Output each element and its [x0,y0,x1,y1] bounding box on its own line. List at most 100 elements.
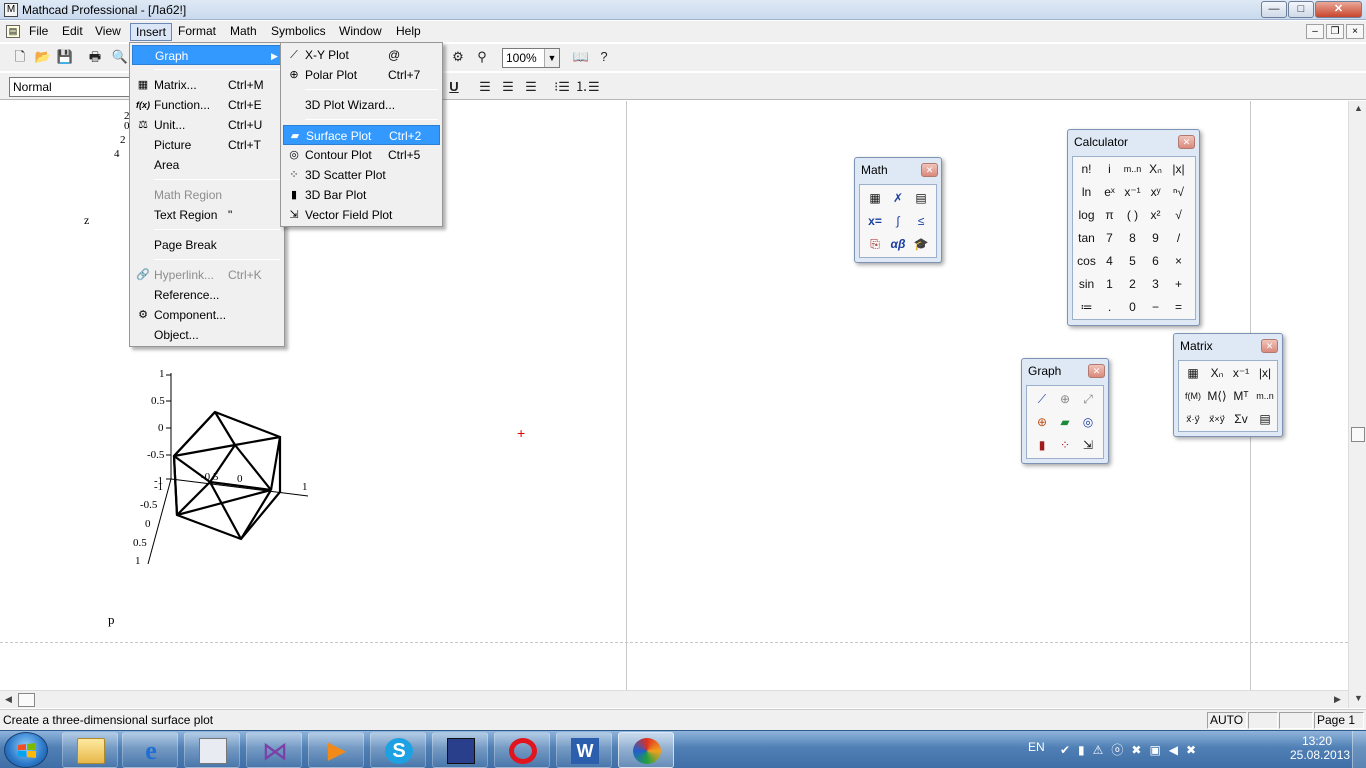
skype-taskbar-button[interactable]: S [370,732,426,768]
insert-menu-item-text-region[interactable]: Text Region " [132,205,282,225]
calculator-key[interactable]: ⁿ√ [1167,181,1190,203]
graph-menu-item-polar-plot[interactable]: ⊕ Polar Plot Ctrl+7 [283,65,440,85]
menu-file[interactable]: File [24,23,53,41]
horizontal-scroll-thumb[interactable] [18,693,35,707]
menu-window[interactable]: Window [334,23,387,41]
evaluation-toolbar-icon[interactable]: x= [864,210,886,232]
graph-menu-item-3d-plot-wizard[interactable]: 3D Plot Wizard... [283,95,440,115]
language-indicator[interactable]: EN [1028,740,1045,768]
bar-plot-icon[interactable]: ▮ [1031,434,1053,456]
calculator-key[interactable]: Xₙ [1144,158,1167,180]
calculator-key[interactable]: 0 [1121,296,1144,318]
insert-menu-item-page-break[interactable]: Page Break [132,235,282,255]
calculator-key[interactable]: m..n [1121,158,1144,180]
menu-symbolics[interactable]: Symbolics [266,23,331,41]
mdi-minimize-button[interactable]: – [1306,24,1324,39]
visual-studio-taskbar-button[interactable]: ⋈ [246,732,302,768]
calculator-key[interactable]: tan [1075,227,1098,249]
calculator-key[interactable]: cos [1075,250,1098,272]
insert-menu-item-component[interactable]: ⚙ Component... [132,305,282,325]
mdi-close-button[interactable]: × [1346,24,1364,39]
save-icon[interactable]: 💾 [55,47,75,67]
calculator-taskbar-button[interactable] [184,732,240,768]
close-icon[interactable]: ✕ [921,163,938,177]
component-tree-icon[interactable]: ⚲ [472,47,492,67]
calculator-key[interactable]: 8 [1121,227,1144,249]
calculator-key[interactable]: i [1098,158,1121,180]
mdi-restore-button[interactable]: ❐ [1326,24,1344,39]
insert-menu-item-unit[interactable]: ⚖ Unit... Ctrl+U [132,115,282,135]
align-left-icon[interactable]: ☰ [475,77,495,97]
symbolic-toolbar-icon[interactable]: 🎓 [910,233,932,255]
resource-icon[interactable]: ⚙ [448,47,468,67]
insert-menu-item-object[interactable]: Object... [132,325,282,345]
calculator-key[interactable]: √ [1167,204,1190,226]
save-app-taskbar-button[interactable] [432,732,488,768]
close-icon[interactable]: ✕ [1088,364,1105,378]
graph-menu-item-contour-plot[interactable]: ◎ Contour Plot Ctrl+5 [283,145,440,165]
chevron-down-icon[interactable]: ▼ [544,49,559,67]
trace-plot-icon[interactable]: ⤢ [1077,388,1099,410]
polyhedron-3d-plot[interactable] [128,361,328,571]
matrix-key[interactable]: x⁻¹ [1229,362,1253,384]
surface-plot-icon[interactable]: ▰ [1054,411,1076,433]
calculator-key[interactable]: = [1167,296,1190,318]
calculator-toolbar-icon[interactable]: ▦ [864,187,886,209]
calculator-key[interactable]: 9 [1144,227,1167,249]
calculator-key[interactable]: 5 [1121,250,1144,272]
matrix-key[interactable]: M⟨⟩ [1205,385,1229,407]
calculator-key[interactable]: − [1144,296,1167,318]
greek-toolbar-icon[interactable]: αβ [887,233,909,255]
close-icon[interactable]: ✕ [1178,135,1195,149]
math-palette[interactable]: Math ✕ ▦ ✗ ▤ x= ∫ ≤ ⎘ αβ 🎓 [854,157,942,263]
start-button[interactable] [4,732,48,768]
insert-menu-item-area[interactable]: Area [132,155,282,175]
underline-icon[interactable]: U [444,77,464,97]
calculator-key[interactable]: . [1098,296,1121,318]
print-icon[interactable]: 🖶 [85,47,105,67]
scroll-up-icon[interactable]: ▲ [1354,103,1363,113]
graph-menu-item-x-y-plot[interactable]: ⟋ X-Y Plot @ [283,45,440,65]
calculator-key[interactable]: 1 [1098,273,1121,295]
word-taskbar-button[interactable]: W [556,732,612,768]
scatter-plot-icon[interactable]: ⁘ [1054,434,1076,456]
document-icon[interactable]: ▤ [6,25,20,38]
graph-menu-item-3d-scatter-plot[interactable]: ⁘ 3D Scatter Plot [283,165,440,185]
matrix-key[interactable]: Σv [1229,408,1253,430]
print-preview-icon[interactable]: 🔍 [110,47,130,67]
align-center-icon[interactable]: ☰ [498,77,518,97]
bullets-icon[interactable]: ⁝☰ [552,77,572,97]
calculator-key[interactable]: / [1167,227,1190,249]
menu-math[interactable]: Math [225,23,262,41]
calculus-toolbar-icon[interactable]: ∫ [887,210,909,232]
calculator-key[interactable]: eˣ [1098,181,1121,203]
matrix-key[interactable]: |x| [1253,362,1277,384]
tray-clock[interactable]: 13:20 25.08.2013 [1290,734,1350,768]
new-icon[interactable]: 🗋 [10,47,30,67]
show-desktop-button[interactable] [1352,731,1366,768]
calculator-key[interactable]: ( ) [1121,204,1144,226]
graph-menu-item-3d-bar-plot[interactable]: ▮ 3D Bar Plot [283,185,440,205]
calculator-key[interactable]: 3 [1144,273,1167,295]
matrix-key[interactable]: Xₙ [1205,362,1229,384]
graph-palette[interactable]: Graph ✕ ⟋ ⊕ ⤢ ⊕ ▰ ◎ ▮ ⁘ ⇲ [1021,358,1109,464]
calculator-key[interactable]: 7 [1098,227,1121,249]
mathcad-app-icon[interactable]: M [4,3,18,17]
insert-menu-item-graph[interactable]: Graph ▶ [132,45,282,65]
resource-center-icon[interactable]: 📖 [571,47,591,67]
calculator-key[interactable]: x⁻¹ [1121,181,1144,203]
insert-menu-item-function[interactable]: f(x) Function... Ctrl+E [132,95,282,115]
calculator-key[interactable]: 2 [1121,273,1144,295]
minimize-button[interactable]: — [1261,1,1287,18]
calculator-key[interactable]: |x| [1167,158,1190,180]
menu-insert[interactable]: Insert [130,23,173,41]
calculator-key[interactable]: ln [1075,181,1098,203]
graph-menu-item-vector-field-plot[interactable]: ⇲ Vector Field Plot [283,205,440,225]
programming-toolbar-icon[interactable]: ⎘ [864,233,886,255]
matrix-key[interactable]: x⃗×y⃗ [1205,408,1229,430]
xy-plot-icon[interactable]: ⟋ [1031,388,1053,410]
calculator-key[interactable]: π [1098,204,1121,226]
calculator-palette[interactable]: Calculator ✕ n! i m..n Xₙ |x| ln eˣ x⁻¹ xʸ ⁿ√ log π… [1067,129,1200,326]
matrix-key[interactable]: ▤ [1253,408,1277,430]
align-right-icon[interactable]: ☰ [521,77,541,97]
